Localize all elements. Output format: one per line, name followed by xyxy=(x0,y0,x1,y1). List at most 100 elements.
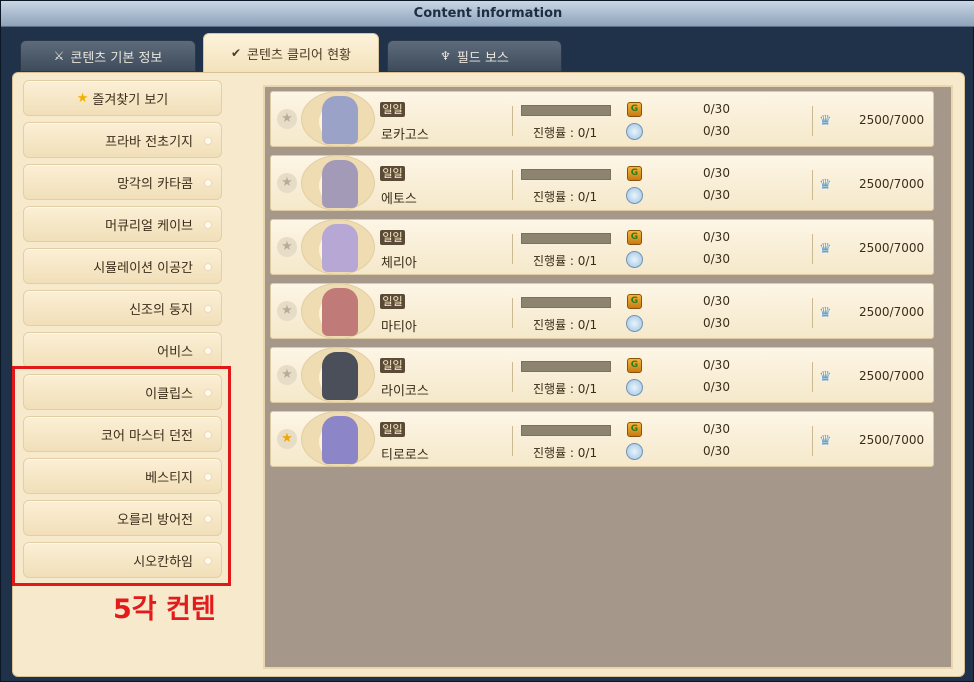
divider xyxy=(812,426,813,456)
token-count: 0/30 xyxy=(703,166,730,180)
progress-bar xyxy=(521,105,611,116)
token-count: 0/30 xyxy=(703,102,730,116)
tab-content-basic-info[interactable]: ⚔ 콘텐츠 기본 정보 xyxy=(20,40,196,72)
crystal-count: 0/30 xyxy=(703,252,730,266)
sidebar-item[interactable]: 망각의 카타콤 xyxy=(23,164,222,200)
tab-field-boss[interactable]: ♆ 필드 보스 xyxy=(387,40,562,72)
token-icon: G xyxy=(627,230,642,245)
progress-bar xyxy=(521,425,611,436)
crystal-icon xyxy=(626,443,643,460)
content-information-window: Content information ⚔ 콘텐츠 기본 정보 ✔ 콘텐츠 클리… xyxy=(0,0,974,682)
crown-icon: ♛ xyxy=(819,177,832,193)
token-icon: G xyxy=(627,358,642,373)
favorite-star-icon[interactable]: ★ xyxy=(277,109,297,129)
token-count: 0/30 xyxy=(703,294,730,308)
boss-portrait xyxy=(301,347,375,403)
status-dot-icon xyxy=(205,180,211,186)
sidebar-item[interactable]: 프라바 전초기지 xyxy=(23,122,222,158)
boss-name: 마티아 xyxy=(381,320,417,335)
checkmark-sword-icon: ✔ xyxy=(230,46,242,60)
crystal-icon xyxy=(626,315,643,332)
divider xyxy=(512,234,513,264)
favorites-button[interactable]: ★ 즐겨찾기 보기 xyxy=(23,80,222,116)
boss-name: 에토스 xyxy=(381,192,417,207)
sidebar-item-label: 머큐리얼 케이브 xyxy=(105,218,193,234)
favorite-star-icon[interactable]: ★ xyxy=(277,301,297,321)
favorite-star-icon[interactable]: ★ xyxy=(277,429,297,449)
sidebar-item-label: 망각의 카타콤 xyxy=(117,176,193,192)
divider xyxy=(812,362,813,392)
boss-portrait xyxy=(301,411,375,467)
score-value: 2500/7000 xyxy=(859,305,925,319)
daily-badge: 일일 xyxy=(380,166,405,181)
progress-bar xyxy=(521,233,611,244)
crown-icon: ♛ xyxy=(819,241,832,257)
score-value: 2500/7000 xyxy=(859,177,925,191)
boss-name: 로카고스 xyxy=(381,128,429,143)
divider xyxy=(512,106,513,136)
progress-text: 진행률 : 0/1 xyxy=(533,254,598,268)
tab-label: 콘텐츠 기본 정보 xyxy=(70,50,163,66)
tab-content-clear-status[interactable]: ✔ 콘텐츠 클리어 현황 xyxy=(203,33,379,73)
crystal-count: 0/30 xyxy=(703,124,730,138)
sidebar-item-label: 시뮬레이션 이공간 xyxy=(93,260,193,276)
token-icon: G xyxy=(627,166,642,181)
boss-name: 티로로스 xyxy=(381,448,429,463)
highlight-box xyxy=(12,366,231,586)
daily-badge: 일일 xyxy=(380,230,405,245)
crown-icon: ♛ xyxy=(819,369,832,385)
sidebar-item[interactable]: 머큐리얼 케이브 xyxy=(23,206,222,242)
score-value: 2500/7000 xyxy=(859,113,925,127)
divider xyxy=(812,234,813,264)
crown-icon: ♛ xyxy=(819,433,832,449)
crossed-swords-icon: ⚔ xyxy=(53,49,65,63)
boss-row[interactable]: ★ 일일 로카고스 진행률 : 0/1 G 0/30 0/30 ♛ 2500/7000 xyxy=(270,91,934,147)
crystal-icon xyxy=(626,251,643,268)
crystal-icon xyxy=(626,123,643,140)
sidebar-item-label: 신조의 둥지 xyxy=(129,302,193,318)
favorite-star-icon[interactable]: ★ xyxy=(277,173,297,193)
favorite-star-icon[interactable]: ★ xyxy=(277,365,297,385)
boss-row[interactable]: ★ 일일 에토스 진행률 : 0/1 G 0/30 0/30 ♛ 2500/7000 xyxy=(270,155,934,211)
crystal-count: 0/30 xyxy=(703,444,730,458)
divider xyxy=(812,170,813,200)
progress-text: 진행률 : 0/1 xyxy=(533,318,598,332)
token-count: 0/30 xyxy=(703,230,730,244)
divider xyxy=(512,298,513,328)
window-title: Content information xyxy=(413,6,563,21)
progress-text: 진행률 : 0/1 xyxy=(533,382,598,396)
crown-icon: ♛ xyxy=(819,305,832,321)
daily-badge: 일일 xyxy=(380,294,405,309)
status-dot-icon xyxy=(205,264,211,270)
crystal-count: 0/30 xyxy=(703,316,730,330)
score-value: 2500/7000 xyxy=(859,369,925,383)
boss-row[interactable]: ★ 일일마티아 진행률 : 0/1 G 0/30 0/30 ♛ 2500/7000 xyxy=(270,283,934,339)
boss-row[interactable]: ★ 일일 티로로스 진행률 : 0/1 G 0/30 0/30 ♛ 2500/7000 xyxy=(270,411,934,467)
crystal-icon xyxy=(626,187,643,204)
status-dot-icon xyxy=(205,348,211,354)
star-icon: ★ xyxy=(76,90,89,106)
progress-text: 진행률 : 0/1 xyxy=(533,446,598,460)
score-value: 2500/7000 xyxy=(859,241,925,255)
sidebar-item-label: 어비스 xyxy=(157,344,193,360)
progress-bar xyxy=(521,169,611,180)
divider xyxy=(512,170,513,200)
boss-row[interactable]: ★ 일일 라이코스 진행률 : 0/1 G 0/30 0/30 ♛ 2500/7000 xyxy=(270,347,934,403)
status-dot-icon xyxy=(205,222,211,228)
sidebar-item[interactable]: 어비스 xyxy=(23,332,222,368)
boss-portrait xyxy=(301,91,375,147)
sidebar-item[interactable]: 신조의 둥지 xyxy=(23,290,222,326)
token-icon: G xyxy=(627,294,642,309)
divider xyxy=(512,362,513,392)
progress-bar xyxy=(521,361,611,372)
daily-badge: 일일 xyxy=(380,102,405,117)
annotation-label: 5각 컨텐 xyxy=(113,594,216,625)
boss-name: 체리아 xyxy=(381,256,417,271)
boss-row[interactable]: ★ 일일체리아 진행률 : 0/1 G 0/30 0/30 ♛ 2500/7000 xyxy=(270,219,934,275)
favorite-star-icon[interactable]: ★ xyxy=(277,237,297,257)
sidebar-item[interactable]: 시뮬레이션 이공간 xyxy=(23,248,222,284)
favorites-label: 즐겨찾기 보기 xyxy=(92,92,169,108)
sidebar-item-label: 프라바 전초기지 xyxy=(105,134,193,150)
token-count: 0/30 xyxy=(703,358,730,372)
title-bar[interactable]: Content information xyxy=(1,1,974,27)
